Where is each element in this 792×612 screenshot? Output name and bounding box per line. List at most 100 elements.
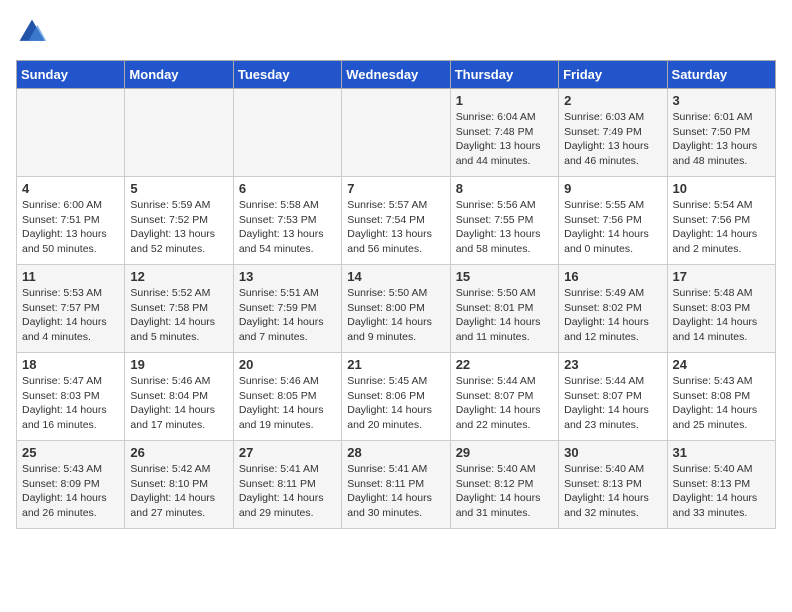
day-number: 13 <box>239 269 336 284</box>
day-info: Sunrise: 5:56 AM Sunset: 7:55 PM Dayligh… <box>456 198 553 257</box>
day-info: Sunrise: 5:53 AM Sunset: 7:57 PM Dayligh… <box>22 286 119 345</box>
day-number: 2 <box>564 93 661 108</box>
calendar-cell: 11 Sunrise: 5:53 AM Sunset: 7:57 PM Dayli… <box>17 265 125 353</box>
day-info: Sunrise: 5:49 AM Sunset: 8:02 PM Dayligh… <box>564 286 661 345</box>
day-number: 9 <box>564 181 661 196</box>
day-number: 19 <box>130 357 227 372</box>
day-number: 4 <box>22 181 119 196</box>
day-number: 15 <box>456 269 553 284</box>
calendar-cell: 8 Sunrise: 5:56 AM Sunset: 7:55 PM Daylig… <box>450 177 558 265</box>
day-info: Sunrise: 5:57 AM Sunset: 7:54 PM Dayligh… <box>347 198 444 257</box>
day-number: 27 <box>239 445 336 460</box>
calendar-cell: 24 Sunrise: 5:43 AM Sunset: 8:08 PM Dayli… <box>667 353 775 441</box>
calendar-cell: 5 Sunrise: 5:59 AM Sunset: 7:52 PM Daylig… <box>125 177 233 265</box>
calendar-cell: 22Sunrise: 5:44 AM Sunset: 8:07 PM Dayli… <box>450 353 558 441</box>
day-info: Sunrise: 5:50 AM Sunset: 8:00 PM Dayligh… <box>347 286 444 345</box>
calendar-cell: 3 Sunrise: 6:01 AM Sunset: 7:50 PM Daylig… <box>667 89 775 177</box>
day-header-saturday: Saturday <box>667 61 775 89</box>
calendar-cell: 12Sunrise: 5:52 AM Sunset: 7:58 PM Dayli… <box>125 265 233 353</box>
week-row-3: 11 Sunrise: 5:53 AM Sunset: 7:57 PM Dayli… <box>17 265 776 353</box>
day-info: Sunrise: 5:51 AM Sunset: 7:59 PM Dayligh… <box>239 286 336 345</box>
day-number: 17 <box>673 269 770 284</box>
day-number: 6 <box>239 181 336 196</box>
day-number: 7 <box>347 181 444 196</box>
day-info: Sunrise: 5:58 AM Sunset: 7:53 PM Dayligh… <box>239 198 336 257</box>
calendar-cell: 6 Sunrise: 5:58 AM Sunset: 7:53 PM Daylig… <box>233 177 341 265</box>
calendar-cell: 31 Sunrise: 5:40 AM Sunset: 8:13 PM Dayli… <box>667 441 775 529</box>
day-number: 10 <box>673 181 770 196</box>
week-row-5: 25 Sunrise: 5:43 AM Sunset: 8:09 PM Dayli… <box>17 441 776 529</box>
day-info: Sunrise: 5:59 AM Sunset: 7:52 PM Dayligh… <box>130 198 227 257</box>
day-header-tuesday: Tuesday <box>233 61 341 89</box>
day-number: 28 <box>347 445 444 460</box>
calendar-cell <box>125 89 233 177</box>
day-info: Sunrise: 6:01 AM Sunset: 7:50 PM Dayligh… <box>673 110 770 169</box>
calendar-cell: 15Sunrise: 5:50 AM Sunset: 8:01 PM Dayli… <box>450 265 558 353</box>
day-number: 5 <box>130 181 227 196</box>
calendar-cell: 2 Sunrise: 6:03 AM Sunset: 7:49 PM Daylig… <box>559 89 667 177</box>
day-number: 1 <box>456 93 553 108</box>
day-info: Sunrise: 5:42 AM Sunset: 8:10 PM Dayligh… <box>130 462 227 521</box>
day-info: Sunrise: 5:43 AM Sunset: 8:09 PM Dayligh… <box>22 462 119 521</box>
day-info: Sunrise: 5:47 AM Sunset: 8:03 PM Dayligh… <box>22 374 119 433</box>
calendar-cell: 1Sunrise: 6:04 AM Sunset: 7:48 PM Daylig… <box>450 89 558 177</box>
calendar-cell: 20 Sunrise: 5:46 AM Sunset: 8:05 PM Dayli… <box>233 353 341 441</box>
day-info: Sunrise: 5:52 AM Sunset: 7:58 PM Dayligh… <box>130 286 227 345</box>
day-info: Sunrise: 5:54 AM Sunset: 7:56 PM Dayligh… <box>673 198 770 257</box>
day-info: Sunrise: 5:44 AM Sunset: 8:07 PM Dayligh… <box>564 374 661 433</box>
calendar-cell: 28 Sunrise: 5:41 AM Sunset: 8:11 PM Dayli… <box>342 441 450 529</box>
calendar-cell <box>233 89 341 177</box>
calendar-cell: 7 Sunrise: 5:57 AM Sunset: 7:54 PM Daylig… <box>342 177 450 265</box>
calendar-cell <box>342 89 450 177</box>
calendar-cell: 14 Sunrise: 5:50 AM Sunset: 8:00 PM Dayli… <box>342 265 450 353</box>
week-row-4: 18Sunrise: 5:47 AM Sunset: 8:03 PM Dayli… <box>17 353 776 441</box>
calendar-cell: 21 Sunrise: 5:45 AM Sunset: 8:06 PM Dayli… <box>342 353 450 441</box>
calendar-cell <box>17 89 125 177</box>
day-number: 25 <box>22 445 119 460</box>
calendar-cell: 4Sunrise: 6:00 AM Sunset: 7:51 PM Daylig… <box>17 177 125 265</box>
day-info: Sunrise: 5:43 AM Sunset: 8:08 PM Dayligh… <box>673 374 770 433</box>
calendar-cell: 17Sunrise: 5:48 AM Sunset: 8:03 PM Dayli… <box>667 265 775 353</box>
page-header <box>16 16 776 48</box>
day-number: 3 <box>673 93 770 108</box>
day-info: Sunrise: 5:40 AM Sunset: 8:12 PM Dayligh… <box>456 462 553 521</box>
day-info: Sunrise: 5:46 AM Sunset: 8:05 PM Dayligh… <box>239 374 336 433</box>
calendar-cell: 26Sunrise: 5:42 AM Sunset: 8:10 PM Dayli… <box>125 441 233 529</box>
week-row-2: 4Sunrise: 6:00 AM Sunset: 7:51 PM Daylig… <box>17 177 776 265</box>
week-row-1: 1Sunrise: 6:04 AM Sunset: 7:48 PM Daylig… <box>17 89 776 177</box>
day-number: 29 <box>456 445 553 460</box>
calendar-cell: 30 Sunrise: 5:40 AM Sunset: 8:13 PM Dayli… <box>559 441 667 529</box>
day-info: Sunrise: 5:44 AM Sunset: 8:07 PM Dayligh… <box>456 374 553 433</box>
day-info: Sunrise: 5:40 AM Sunset: 8:13 PM Dayligh… <box>673 462 770 521</box>
day-info: Sunrise: 5:40 AM Sunset: 8:13 PM Dayligh… <box>564 462 661 521</box>
day-number: 20 <box>239 357 336 372</box>
day-info: Sunrise: 6:03 AM Sunset: 7:49 PM Dayligh… <box>564 110 661 169</box>
day-header-sunday: Sunday <box>17 61 125 89</box>
day-number: 8 <box>456 181 553 196</box>
day-header-monday: Monday <box>125 61 233 89</box>
day-info: Sunrise: 5:55 AM Sunset: 7:56 PM Dayligh… <box>564 198 661 257</box>
day-info: Sunrise: 5:46 AM Sunset: 8:04 PM Dayligh… <box>130 374 227 433</box>
day-info: Sunrise: 5:45 AM Sunset: 8:06 PM Dayligh… <box>347 374 444 433</box>
day-number: 30 <box>564 445 661 460</box>
day-number: 24 <box>673 357 770 372</box>
calendar-cell: 19 Sunrise: 5:46 AM Sunset: 8:04 PM Dayli… <box>125 353 233 441</box>
day-info: Sunrise: 5:41 AM Sunset: 8:11 PM Dayligh… <box>347 462 444 521</box>
calendar-cell: 16Sunrise: 5:49 AM Sunset: 8:02 PM Dayli… <box>559 265 667 353</box>
day-number: 31 <box>673 445 770 460</box>
day-number: 23 <box>564 357 661 372</box>
calendar-cell: 13 Sunrise: 5:51 AM Sunset: 7:59 PM Dayli… <box>233 265 341 353</box>
day-header-wednesday: Wednesday <box>342 61 450 89</box>
day-header-friday: Friday <box>559 61 667 89</box>
day-number: 21 <box>347 357 444 372</box>
logo <box>16 16 52 48</box>
calendar-cell: 18Sunrise: 5:47 AM Sunset: 8:03 PM Dayli… <box>17 353 125 441</box>
logo-icon <box>16 16 48 48</box>
day-number: 14 <box>347 269 444 284</box>
calendar-cell: 9 Sunrise: 5:55 AM Sunset: 7:56 PM Daylig… <box>559 177 667 265</box>
calendar-cell: 25 Sunrise: 5:43 AM Sunset: 8:09 PM Dayli… <box>17 441 125 529</box>
day-info: Sunrise: 5:41 AM Sunset: 8:11 PM Dayligh… <box>239 462 336 521</box>
day-number: 11 <box>22 269 119 284</box>
day-header-thursday: Thursday <box>450 61 558 89</box>
calendar-cell: 29 Sunrise: 5:40 AM Sunset: 8:12 PM Dayli… <box>450 441 558 529</box>
